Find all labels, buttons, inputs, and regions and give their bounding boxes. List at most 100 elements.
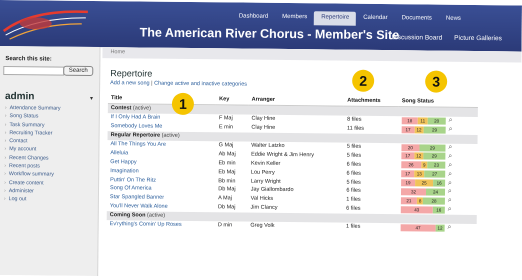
- callout-badge: 2: [352, 69, 375, 92]
- status-bar: 18 11 20: [401, 117, 446, 125]
- chorus-logo[interactable]: [2, 1, 90, 46]
- magnifier-icon[interactable]: ⌕: [448, 144, 452, 152]
- main-content: Home Repertoire Add a new song | Change …: [100, 47, 522, 280]
- song-arranger: Greg Volk: [250, 222, 275, 229]
- column-header-key[interactable]: Key: [216, 93, 249, 106]
- category-status: (active): [132, 105, 151, 113]
- song-status: 47 12 ⌕: [400, 223, 474, 232]
- song-attachments: 1 files: [345, 223, 361, 230]
- category-name: Contest: [110, 105, 132, 112]
- page-title: Repertoire: [110, 68, 153, 79]
- status-segment: 29: [423, 152, 446, 161]
- status-segment: 43: [400, 205, 433, 214]
- magnifier-icon[interactable]: ⌕: [448, 188, 452, 196]
- status-segment: 17: [401, 170, 415, 178]
- magnifier-icon[interactable]: ⌕: [448, 206, 452, 214]
- status-segment: 28: [423, 197, 445, 205]
- status-segment: 20: [427, 117, 446, 125]
- song-status: 19 25 16 ⌕: [400, 179, 474, 188]
- magnifier-icon[interactable]: ⌕: [448, 197, 452, 205]
- category-name: Coming Soon: [109, 212, 146, 219]
- status-bar: 32 24: [400, 188, 445, 196]
- sub-navigation: Discussion Board Picture Galleries: [392, 34, 502, 42]
- status-segment: 12: [435, 224, 445, 232]
- magnifier-icon[interactable]: ⌕: [448, 224, 452, 232]
- status-bar: 47 12: [400, 223, 445, 232]
- admin-menu-title[interactable]: admin: [5, 91, 35, 102]
- status-bar: 17 12 29: [401, 125, 446, 134]
- nav-dashboard[interactable]: Dashboard: [232, 10, 276, 24]
- status-segment: 12: [414, 126, 424, 134]
- song-status: 21 8 28 ⌕: [400, 197, 474, 206]
- nav-news[interactable]: News: [439, 13, 468, 27]
- magnifier-icon[interactable]: ⌕: [449, 126, 453, 134]
- top-navigation: Dashboard Members Repertoire Calendar Do…: [232, 10, 468, 26]
- song-key: F Maj: [218, 115, 233, 122]
- status-segment: 18: [401, 117, 418, 125]
- magnifier-icon[interactable]: ⌕: [448, 170, 452, 178]
- status-segment: 23: [427, 161, 446, 169]
- status-segment: 29: [423, 126, 446, 134]
- table-body: Contest (active) If I Only Had A Brain F M…: [106, 103, 478, 233]
- status-bar: 43 16: [400, 205, 445, 214]
- category-name: Regular Repertoire: [110, 132, 161, 139]
- status-segment: 13: [414, 170, 425, 178]
- song-status: 17 12 29 ⌕: [401, 152, 474, 161]
- subnav-picture-galleries[interactable]: Picture Galleries: [454, 35, 502, 42]
- magnifier-icon[interactable]: ⌕: [449, 117, 453, 125]
- add-song-link[interactable]: Add a new song: [110, 80, 150, 86]
- sidebar-item-log-out[interactable]: Log out: [0, 195, 96, 204]
- change-categories-link[interactable]: Change active and inactive categories: [154, 81, 247, 88]
- subnav-discussion-board[interactable]: Discussion Board: [392, 34, 443, 42]
- repertoire-table: Title Key Arranger Attachments Song Stat…: [106, 92, 479, 233]
- nav-members[interactable]: Members: [275, 11, 314, 25]
- status-segment: 11: [417, 117, 428, 125]
- site-title: The American River Chorus - Member's Sit…: [139, 25, 400, 43]
- song-status: 20 29 ⌕: [401, 143, 474, 152]
- song-key: Bb min: [218, 177, 236, 185]
- nav-documents[interactable]: Documents: [394, 12, 439, 26]
- search-label: Search this site:: [5, 56, 52, 63]
- search-input[interactable]: [3, 66, 65, 76]
- site-header: Dashboard Members Repertoire Calendar Do…: [0, 0, 522, 52]
- song-status: 26 9 23 ⌕: [401, 161, 474, 170]
- song-key: Eb Maj: [218, 168, 236, 176]
- status-segment: 25: [414, 179, 434, 187]
- status-segment: 17: [401, 125, 415, 134]
- collapse-arrow-icon[interactable]: ▼: [89, 96, 94, 102]
- magnifier-icon[interactable]: ⌕: [448, 153, 452, 161]
- column-header-song-status: Song Status: [398, 95, 479, 108]
- song-status: 43 16 ⌕: [400, 205, 474, 214]
- callout-badge: 3: [425, 70, 448, 93]
- status-segment: 27: [424, 170, 446, 178]
- search-button[interactable]: Search: [63, 65, 94, 76]
- magnifier-icon[interactable]: ⌕: [448, 179, 452, 187]
- song-title-link[interactable]: Ev'rything's Comin' Up Roses: [107, 220, 215, 230]
- song-key: Db Maj: [218, 204, 236, 211]
- song-status: 17 13 27 ⌕: [401, 170, 474, 179]
- status-bar: 19 25 16: [400, 179, 446, 187]
- category-status: (active): [161, 132, 180, 139]
- status-segment: 20: [401, 143, 420, 151]
- column-header-attachments: Attachments: [344, 94, 399, 107]
- category-status: (active): [146, 212, 166, 219]
- nav-repertoire[interactable]: Repertoire: [314, 11, 357, 26]
- status-bar: 17 13 27: [401, 170, 446, 178]
- status-segment: 26: [401, 161, 421, 169]
- song-status-cell: 47 12 ⌕: [398, 223, 477, 233]
- status-segment: 32: [400, 188, 427, 196]
- page: Dashboard Members Repertoire Calendar Do…: [0, 0, 522, 280]
- status-bar: 26 9 23: [401, 161, 446, 169]
- magnifier-icon[interactable]: ⌕: [448, 161, 452, 169]
- status-bar: 17 12 29: [401, 152, 446, 161]
- nav-calendar[interactable]: Calendar: [356, 12, 395, 26]
- callout-badge: 1: [171, 92, 195, 116]
- song-status: 18 11 20 ⌕: [401, 117, 475, 126]
- status-segment: 16: [432, 206, 445, 214]
- status-segment: 12: [414, 152, 424, 160]
- sidebar: Search this site: Search admin ▼ Attenda…: [0, 45, 101, 277]
- song-key: E min: [218, 124, 233, 131]
- column-header-arranger[interactable]: Arranger: [248, 93, 345, 107]
- admin-menu: Attendance Summary Song Status Task Summ…: [0, 104, 97, 205]
- song-key: Db Maj: [218, 186, 236, 193]
